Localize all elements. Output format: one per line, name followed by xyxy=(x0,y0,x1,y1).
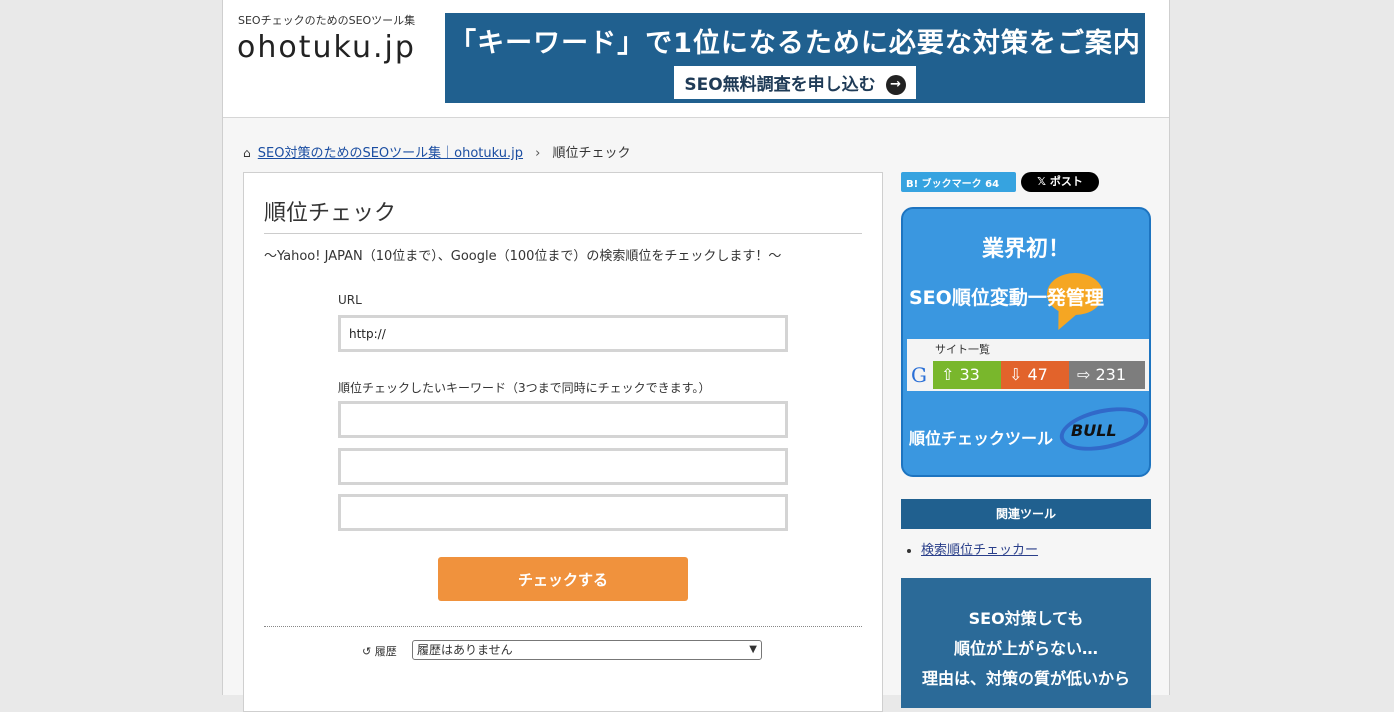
rank-tool-ad[interactable]: 業界初！ SEO順位変動一発管理 サイト一覧 G ⇧ 33 ⇩ 47 ⇨ 231… xyxy=(901,207,1151,477)
arrow-right-icon: → xyxy=(885,75,906,95)
ad-headline: 業界初！ xyxy=(981,237,1070,262)
hatena-bookmark-button[interactable]: B! ブックマーク 64 xyxy=(901,172,1016,192)
x-post-button[interactable]: 𝕏 ポスト xyxy=(1021,172,1099,192)
x-post-label: ポスト xyxy=(1049,175,1083,188)
ad-tool-name: 順位チェックツール xyxy=(909,429,1054,448)
stat-down: ⇩ 47 xyxy=(1001,361,1069,389)
ad2-line-2: 順位が上がらない… xyxy=(953,639,1098,658)
seo-ad-banner[interactable]: SEO対策しても 順位が上がらない… 理由は、対策の質が低いから xyxy=(901,578,1151,708)
stat-up: ⇧ 33 xyxy=(933,361,1001,389)
history-label: 履歴 xyxy=(374,645,397,658)
ad2-line-1: SEO対策しても xyxy=(968,609,1084,628)
history-label-group: ↺ 履歴 xyxy=(362,643,397,659)
home-icon: ⌂ xyxy=(243,146,251,160)
page-container: SEOチェックのためのSEOツール集 ohotuku.jp 「キーワード」で1位… xyxy=(222,0,1170,712)
hatena-count: 64 xyxy=(985,179,1000,190)
site-logo[interactable]: ohotuku.jp xyxy=(237,30,416,65)
keyword-input-2[interactable] xyxy=(338,448,788,485)
ad-subheadline: SEO順位変動一発管理 xyxy=(909,287,1104,309)
google-icon: G xyxy=(911,363,927,387)
site-header: SEOチェックのためのSEOツール集 ohotuku.jp 「キーワード」で1位… xyxy=(223,0,1169,118)
chevron-down-icon: ▼ xyxy=(749,644,757,655)
url-label: URL xyxy=(338,293,362,307)
breadcrumb-separator: › xyxy=(535,146,541,161)
keyword-input-1[interactable] xyxy=(338,401,788,438)
stat-down-value: 47 xyxy=(1027,365,1048,384)
page-lead: 〜Yahoo! JAPAN（10位まで）、Google（100位まで）の検索順位… xyxy=(264,249,782,264)
keyword-label: 順位チェックしたいキーワード（3つまで同時にチェックできます。） xyxy=(338,381,711,395)
banner-apply-label: SEO無料調査を申し込む xyxy=(684,75,876,95)
arrow-down-icon: ⇩ xyxy=(1009,365,1023,384)
breadcrumb-home-link[interactable]: SEO対策のためのSEOツール集｜ohotuku.jp xyxy=(258,146,523,161)
stat-up-value: 33 xyxy=(959,365,980,384)
divider xyxy=(264,626,862,627)
breadcrumb: ⌂ SEO対策のためのSEOツール集｜ohotuku.jp › 順位チェック xyxy=(243,142,631,161)
page-title: 順位チェック xyxy=(264,195,862,234)
related-tools-list: 検索順位チェッカー xyxy=(921,539,1038,558)
history-select[interactable]: 履歴はありません ▼ xyxy=(412,640,762,660)
x-logo-icon: 𝕏 xyxy=(1037,175,1047,188)
history-selected-value: 履歴はありません xyxy=(417,643,513,657)
banner-title: 「キーワード」で1位になるために必要な対策をご案内 xyxy=(449,28,1141,59)
stat-flat-value: 231 xyxy=(1095,365,1127,384)
breadcrumb-current: 順位チェック xyxy=(552,146,631,161)
header-banner[interactable]: 「キーワード」で1位になるために必要な対策をご案内 SEO無料調査を申し込む → xyxy=(445,13,1145,103)
stat-flat: ⇨ 231 xyxy=(1069,361,1145,389)
banner-apply-button[interactable]: SEO無料調査を申し込む → xyxy=(674,66,916,99)
logo-subtitle: SEOチェックのためのSEOツール集 xyxy=(238,14,416,27)
check-button[interactable]: チェックする xyxy=(438,557,688,601)
related-tools-heading: 関連ツール xyxy=(901,499,1151,529)
list-item: 検索順位チェッカー xyxy=(921,539,1038,558)
arrow-right-icon: ⇨ xyxy=(1077,365,1091,384)
related-tool-link[interactable]: 検索順位チェッカー xyxy=(921,543,1038,558)
arrow-up-icon: ⇧ xyxy=(941,365,955,384)
hatena-label: B! ブックマーク xyxy=(906,179,982,190)
history-icon: ↺ xyxy=(362,645,372,658)
keyword-input-3[interactable] xyxy=(338,494,788,531)
stats-title: サイト一覧 xyxy=(935,343,990,356)
ad2-line-3: 理由は、対策の質が低いから xyxy=(921,669,1130,688)
url-input[interactable] xyxy=(338,315,788,352)
ad-stats-panel: サイト一覧 G ⇧ 33 ⇩ 47 ⇨ 231 xyxy=(907,339,1149,391)
main-content: 順位チェック 〜Yahoo! JAPAN（10位まで）、Google（100位ま… xyxy=(243,172,883,712)
bull-logo: BULL xyxy=(1071,421,1117,440)
